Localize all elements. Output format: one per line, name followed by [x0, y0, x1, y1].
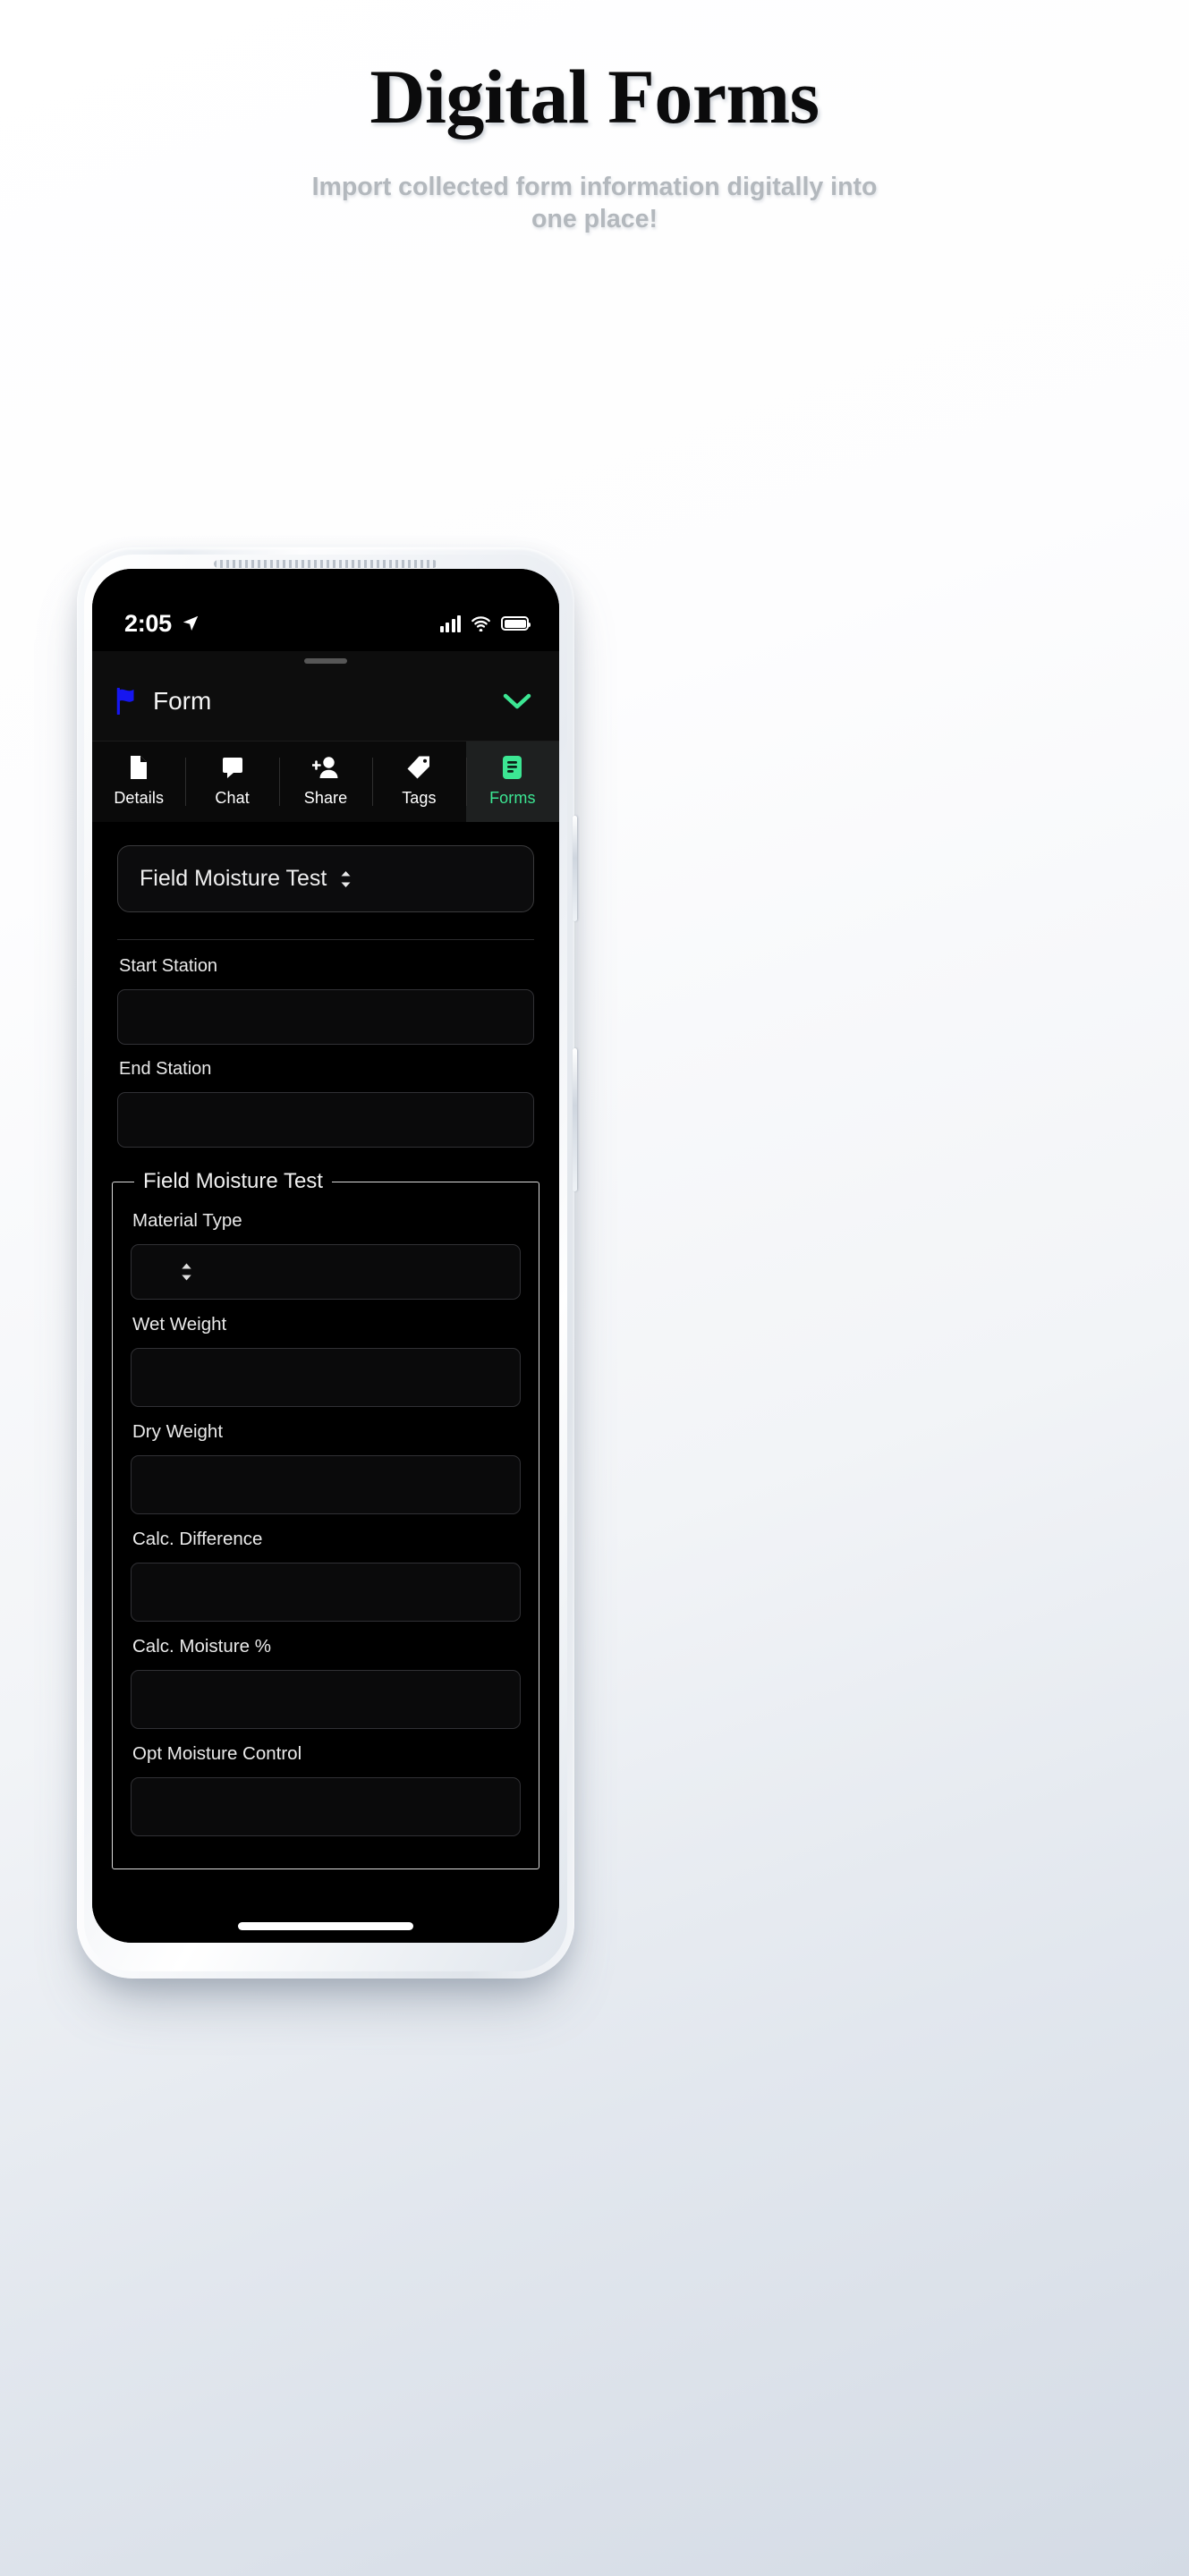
power-button[interactable] [573, 1048, 577, 1191]
tab-tags[interactable]: Tags [372, 741, 465, 822]
sheet-title: Form [153, 687, 212, 715]
opt-moisture-control-input[interactable] [131, 1777, 521, 1836]
battery-full-icon [501, 616, 531, 631]
calc-moisture-pct-input[interactable] [131, 1670, 521, 1729]
field-dry-weight: Dry Weight [131, 1421, 521, 1514]
wet-weight-input[interactable] [131, 1348, 521, 1407]
field-calc-moisture-pct-label: Calc. Moisture % [132, 1636, 271, 1657]
dry-weight-input[interactable] [131, 1455, 521, 1514]
page-subtitle: Import collected form information digita… [311, 172, 878, 234]
tab-details[interactable]: Details [92, 741, 185, 822]
tab-forms-label: Forms [489, 789, 536, 807]
phone-screen: 2:05 Form Details Chat Share Tags Forms … [92, 569, 559, 1943]
field-calc-difference: Calc. Difference [131, 1529, 521, 1622]
app-screen: 2:05 Form Details Chat Share Tags Forms … [92, 569, 559, 1943]
tab-share-label: Share [303, 789, 348, 807]
chevron-up-down-icon [182, 1263, 191, 1281]
field-moisture-test-group: Field Moisture Test Material Type Wet We… [112, 1169, 539, 1869]
location-arrow-icon [183, 615, 199, 631]
document-icon [128, 756, 149, 779]
tab-chat[interactable]: Chat [185, 741, 278, 822]
phone-mockup: 2:05 Form Details Chat Share Tags Forms … [77, 547, 577, 1979]
start-station-input[interactable] [117, 989, 534, 1045]
field-end-station: End Station [117, 1059, 534, 1148]
field-material-type: Material Type [131, 1210, 521, 1300]
form-selector-value: Field Moisture Test [140, 866, 327, 891]
material-type-select[interactable] [131, 1244, 521, 1300]
home-indicator[interactable] [238, 1922, 413, 1930]
section-divider [117, 939, 534, 940]
field-wet-weight-label: Wet Weight [132, 1314, 227, 1335]
status-bar-right [439, 614, 531, 632]
status-bar-left: 2:05 [124, 610, 200, 638]
tab-forms[interactable]: Forms [465, 741, 559, 822]
tab-details-label: Details [114, 789, 165, 807]
tab-bar: Details Chat Share Tags Forms [92, 741, 559, 822]
sheet-handle-area[interactable] [92, 651, 559, 664]
earpiece-speaker-icon [214, 560, 437, 568]
tab-tags-label: Tags [402, 789, 437, 807]
calc-difference-input[interactable] [131, 1563, 521, 1622]
volume-up-button[interactable] [573, 816, 577, 921]
hero-section: Digital Forms Import collected form info… [0, 0, 1189, 236]
chevron-up-down-icon [341, 870, 351, 887]
field-calc-difference-label: Calc. Difference [132, 1529, 263, 1549]
status-bar: 2:05 [92, 569, 559, 651]
chat-bubble-icon [221, 756, 244, 779]
field-start-station-label: Start Station [119, 956, 218, 976]
page-title: Digital Forms [369, 54, 820, 140]
tag-icon [406, 756, 431, 779]
field-end-station-label: End Station [119, 1059, 212, 1079]
field-opt-moisture-control: Opt Moisture Control [131, 1743, 521, 1836]
person-add-icon [312, 756, 339, 779]
field-material-type-label: Material Type [132, 1210, 242, 1231]
form-content: Field Moisture Test Start Station End St… [92, 822, 559, 1869]
chevron-down-icon[interactable] [502, 692, 532, 710]
tab-chat-label: Chat [215, 789, 250, 807]
wifi-icon [471, 616, 490, 631]
form-selector[interactable]: Field Moisture Test [117, 845, 534, 912]
sheet-header: Form [92, 664, 559, 741]
field-opt-moisture-control-label: Opt Moisture Control [132, 1743, 302, 1764]
flag-icon [116, 688, 134, 715]
group-legend: Field Moisture Test [143, 1169, 323, 1193]
status-time: 2:05 [124, 609, 172, 637]
field-wet-weight: Wet Weight [131, 1314, 521, 1407]
field-dry-weight-label: Dry Weight [132, 1421, 224, 1442]
field-calc-moisture-pct: Calc. Moisture % [131, 1636, 521, 1729]
field-start-station: Start Station [117, 956, 534, 1045]
form-list-icon [502, 756, 522, 779]
cellular-signal-icon [439, 614, 461, 632]
end-station-input[interactable] [117, 1092, 534, 1148]
tab-share[interactable]: Share [278, 741, 372, 822]
